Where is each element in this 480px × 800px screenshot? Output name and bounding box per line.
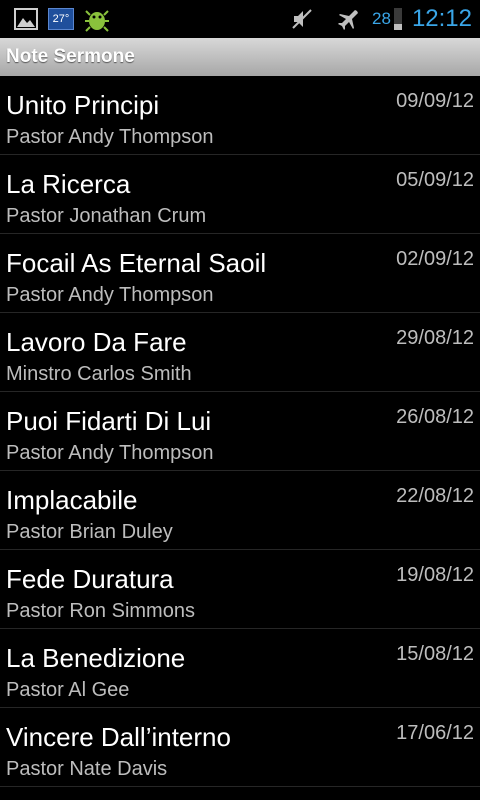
sermon-date: 05/09/12: [396, 169, 474, 191]
list-item[interactable]: Implacabile Pastor Brian Duley 22/08/12: [0, 471, 480, 550]
sermon-date: 26/08/12: [396, 406, 474, 428]
sermon-speaker: Pastor Andy Thompson: [6, 284, 214, 306]
list-item[interactable]: La Benedizione Pastor Al Gee 15/08/12: [0, 629, 480, 708]
sermon-speaker: Pastor Andy Thompson: [6, 126, 214, 148]
sermon-date: 19/08/12: [396, 564, 474, 586]
list-item[interactable]: Focail As Eternal Saoil Pastor Andy Thom…: [0, 234, 480, 313]
clock: 12:12: [411, 5, 472, 32]
sermon-date: 09/09/12: [396, 90, 474, 112]
sermon-date: 17/06/12: [396, 722, 474, 744]
sermon-title: Focail As Eternal Saoil: [6, 248, 267, 278]
sermon-date: 02/09/12: [396, 248, 474, 270]
airplane-mode-icon: [336, 7, 360, 31]
list-item[interactable]: Fede Duratura Pastor Ron Simmons 19/08/1…: [0, 550, 480, 629]
list-item[interactable]: Lavoro Da Fare Minstro Carlos Smith 29/0…: [0, 313, 480, 392]
sermon-title: Implacabile: [6, 485, 138, 515]
sermon-title: Unito Principi: [6, 90, 160, 120]
mute-icon: [290, 7, 314, 31]
sermon-date: 22/08/12: [396, 485, 474, 507]
page-title: Note Sermone: [6, 46, 135, 67]
sermon-title: Puoi Fidarti Di Lui: [6, 406, 212, 436]
sermon-speaker: Pastor Ron Simmons: [6, 600, 195, 622]
sermon-title: Vincere Dall’interno: [6, 722, 231, 752]
sermon-date: 15/08/12: [396, 643, 474, 665]
gallery-icon: [14, 8, 38, 30]
list-item[interactable]: Unito Principi Pastor Andy Thompson 09/0…: [0, 76, 480, 155]
sermon-date: 29/08/12: [396, 327, 474, 349]
sermon-title: La Benedizione: [6, 643, 186, 673]
list-item[interactable]: Vincere Dall’interno Pastor Nate Davis 1…: [0, 708, 480, 787]
android-debug-icon: [84, 6, 110, 32]
sermon-speaker: Pastor Brian Duley: [6, 521, 173, 543]
sermon-list: Unito Principi Pastor Andy Thompson 09/0…: [0, 76, 480, 787]
status-bar: 27° 28 12:12: [0, 0, 480, 38]
battery-icon: [393, 8, 402, 30]
sermon-title: Fede Duratura: [6, 564, 174, 594]
list-item[interactable]: La Ricerca Pastor Jonathan Crum 05/09/12: [0, 155, 480, 234]
sermon-speaker: Pastor Andy Thompson: [6, 442, 214, 464]
sermon-title: La Ricerca: [6, 169, 131, 199]
list-item[interactable]: Puoi Fidarti Di Lui Pastor Andy Thompson…: [0, 392, 480, 471]
sermon-title: Lavoro Da Fare: [6, 327, 187, 357]
app-title-bar: Note Sermone: [0, 38, 480, 76]
sermon-speaker: Pastor Nate Davis: [6, 758, 168, 780]
sermon-speaker: Pastor Al Gee: [6, 679, 130, 701]
sermon-speaker: Pastor Jonathan Crum: [6, 205, 207, 227]
weather-temp-icon: 27°: [48, 8, 74, 30]
sermon-speaker: Minstro Carlos Smith: [6, 363, 192, 385]
battery-percent: 28: [372, 9, 391, 28]
